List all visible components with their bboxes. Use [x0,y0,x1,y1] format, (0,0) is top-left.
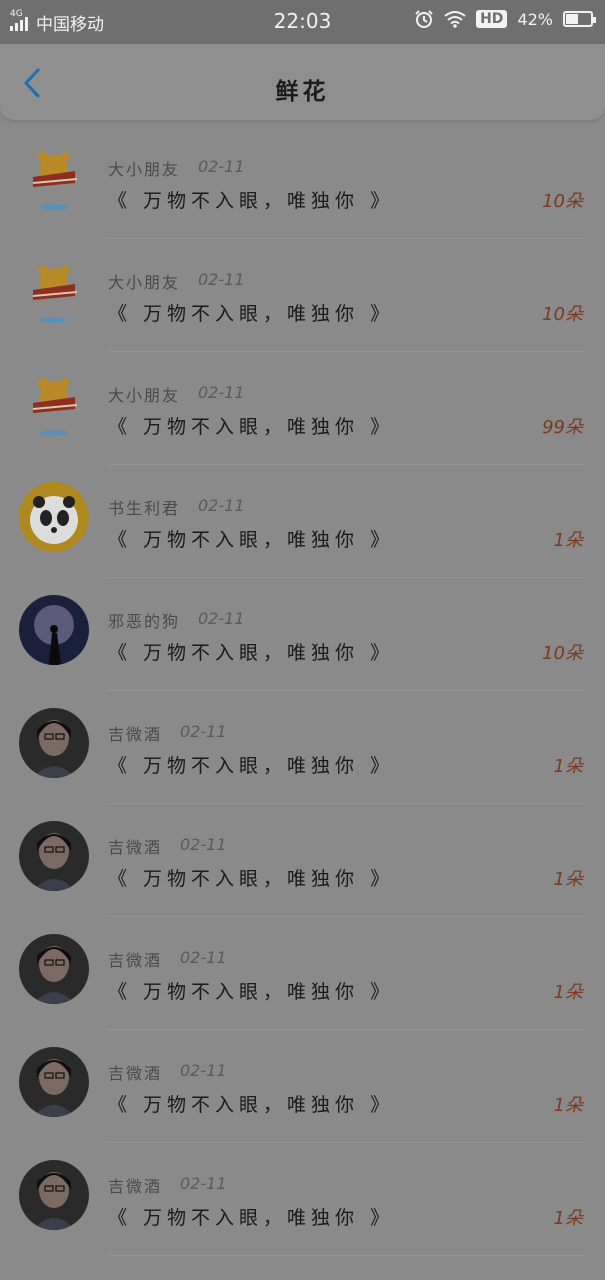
send-date: 02-11 [180,722,227,741]
alarm-icon [415,10,433,28]
hd-badge: HD [476,10,508,28]
nav-bar: 鲜花 [0,44,605,120]
list-item[interactable]: 吉微酒 02-11 《 万物不入眼，唯独你 》 1朵 [0,1030,605,1143]
flower-count: 1朵 [553,756,583,777]
flower-count: 10朵 [542,643,583,664]
avatar[interactable] [19,256,89,326]
status-right: HD 42% [414,9,596,29]
message-text: 《 万物不入眼，唯独你 》 [108,981,395,1003]
flower-count: 1朵 [553,982,583,1003]
message-text: 《 万物不入眼，唯独你 》 [108,868,395,890]
flower-count: 1朵 [553,869,583,890]
list-item[interactable]: 吉微酒 02-11 《 万物不入眼，唯独你 》 1朵 [0,691,605,804]
sender-name: 邪恶的狗 [108,612,181,631]
flower-count: 1朵 [553,530,583,551]
message-text: 《 万物不入眼，唯独你 》 [108,642,395,664]
list-item[interactable]: 大小朋友 02-11 《 万物不入眼，唯独你 》 99朵 [0,352,605,465]
flower-count: 1朵 [553,1095,583,1116]
list-item[interactable]: 吉微酒 02-11 《 万物不入眼，唯独你 》 1朵 [0,1143,605,1256]
message-text: 《 万物不入眼，唯独你 》 [108,190,395,212]
avatar[interactable] [19,482,89,552]
sender-name: 书生利君 [108,499,181,518]
list-item[interactable]: 大小朋友 02-11 《 万物不入眼，唯独你 》 10朵 [0,239,605,352]
list-item[interactable]: 书生利君 02-11 《 万物不入眼，唯独你 》 1朵 [0,465,605,578]
send-date: 02-11 [180,948,227,967]
list-item[interactable]: 吉微酒 02-11 《 万物不入眼，唯独你 》 1朵 [0,804,605,917]
send-date: 02-11 [198,496,245,515]
send-date: 02-11 [180,1061,227,1080]
sender-name: 大小朋友 [108,273,181,292]
send-date: 02-11 [180,1174,227,1193]
flower-count: 10朵 [542,304,583,325]
sender-name: 吉微酒 [108,1064,163,1083]
list-item[interactable]: 吉微酒 02-11 《 万物不入眼，唯独你 》 1朵 [0,917,605,1030]
sender-name: 大小朋友 [108,386,181,405]
status-bar: 4G 中国移动 22:03 HD 42% [0,0,605,44]
battery-icon [563,11,596,27]
avatar[interactable] [19,1160,89,1230]
flower-list: 大小朋友 02-11 《 万物不入眼，唯独你 》 10朵 大小朋友 02-11 《 万物不入… [0,126,605,1256]
message-text: 《 万物不入眼，唯独你 》 [108,1094,395,1116]
flower-count: 99朵 [542,417,583,438]
avatar[interactable] [19,1047,89,1117]
message-text: 《 万物不入眼，唯独你 》 [108,755,395,777]
send-date: 02-11 [198,609,245,628]
flower-count: 1朵 [553,1208,583,1229]
message-text: 《 万物不入眼，唯独你 》 [108,303,395,325]
sender-name: 吉微酒 [108,1177,163,1196]
battery-percent: 42% [517,9,553,29]
page-title: 鲜花 [275,79,330,105]
list-item[interactable]: 大小朋友 02-11 《 万物不入眼，唯独你 》 10朵 [0,126,605,239]
send-date: 02-11 [198,383,245,402]
wifi-icon [444,11,466,28]
message-text: 《 万物不入眼，唯独你 》 [108,416,395,438]
avatar[interactable] [19,708,89,778]
avatar[interactable] [19,821,89,891]
sender-name: 吉微酒 [108,951,163,970]
avatar[interactable] [19,595,89,665]
flower-count: 10朵 [542,191,583,212]
sender-name: 吉微酒 [108,838,163,857]
avatar[interactable] [19,143,89,213]
message-text: 《 万物不入眼，唯独你 》 [108,529,395,551]
avatar[interactable] [19,934,89,1004]
avatar[interactable] [19,369,89,439]
send-date: 02-11 [180,835,227,854]
list-item[interactable]: 邪恶的狗 02-11 《 万物不入眼，唯独你 》 10朵 [0,578,605,691]
send-date: 02-11 [198,270,245,289]
message-text: 《 万物不入眼，唯独你 》 [108,1207,395,1229]
send-date: 02-11 [198,157,245,176]
sender-name: 大小朋友 [108,160,181,179]
sender-name: 吉微酒 [108,725,163,744]
